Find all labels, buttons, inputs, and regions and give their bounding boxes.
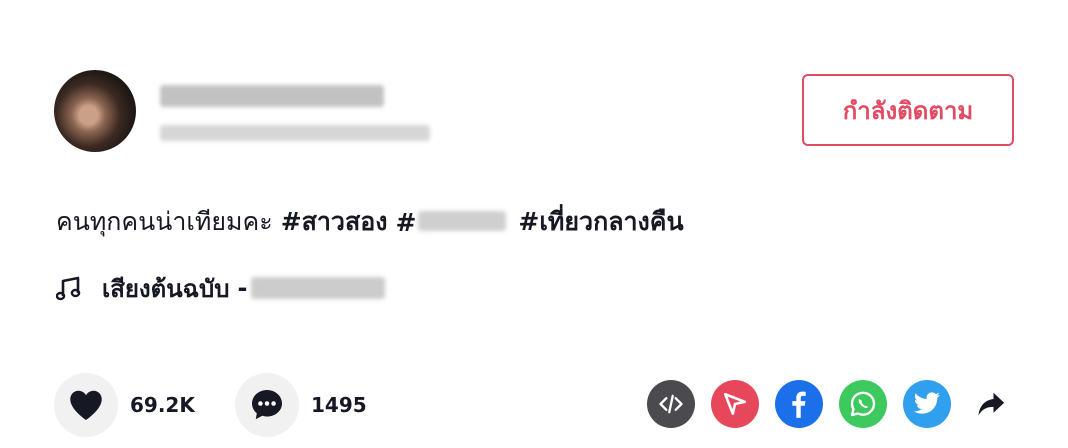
- hashtag-link[interactable]: #สาวสอง: [281, 202, 388, 242]
- heart-icon: [70, 390, 102, 420]
- facebook-icon: [792, 391, 806, 418]
- author-info-redacted: [160, 125, 430, 141]
- caption-text: คนทุกคนน่าเทียมคะ: [56, 207, 273, 236]
- music-author-redacted: [251, 277, 386, 299]
- username-redacted[interactable]: [160, 85, 384, 107]
- twitter-share-button[interactable]: [903, 380, 951, 428]
- music-title: เสียงต้นฉบับ: [102, 274, 230, 303]
- comment-icon: [252, 390, 282, 420]
- music-separator: -: [237, 274, 248, 302]
- avatar[interactable]: [54, 70, 136, 152]
- whatsapp-icon: [850, 391, 876, 417]
- like-count: 69.2K: [130, 393, 195, 417]
- share-arrow-icon: [978, 392, 1005, 416]
- embed-button[interactable]: [647, 380, 695, 428]
- music-note-icon: [56, 276, 81, 301]
- send-icon: [723, 392, 747, 416]
- send-to-friend-button[interactable]: [711, 380, 759, 428]
- facebook-share-button[interactable]: [775, 380, 823, 428]
- hashtag-link-redacted[interactable]: #: [395, 208, 510, 237]
- more-share-button[interactable]: [967, 380, 1015, 428]
- redacted-hashtag: [418, 210, 507, 231]
- twitter-icon: [913, 392, 940, 414]
- music-link[interactable]: เสียงต้นฉบับ -: [56, 265, 386, 311]
- caption: คนทุกคนน่าเทียมคะ #สาวสอง # #เที่ยวกลางค…: [56, 199, 684, 245]
- embed-icon: [659, 394, 683, 414]
- following-button[interactable]: กำลังติดตาม: [802, 74, 1014, 146]
- whatsapp-share-button[interactable]: [839, 380, 887, 428]
- comment-count: 1495: [311, 393, 367, 417]
- comment-button[interactable]: [235, 373, 299, 437]
- like-button[interactable]: [54, 373, 118, 437]
- hashtag-link[interactable]: #เที่ยวกลางคืน: [518, 202, 683, 242]
